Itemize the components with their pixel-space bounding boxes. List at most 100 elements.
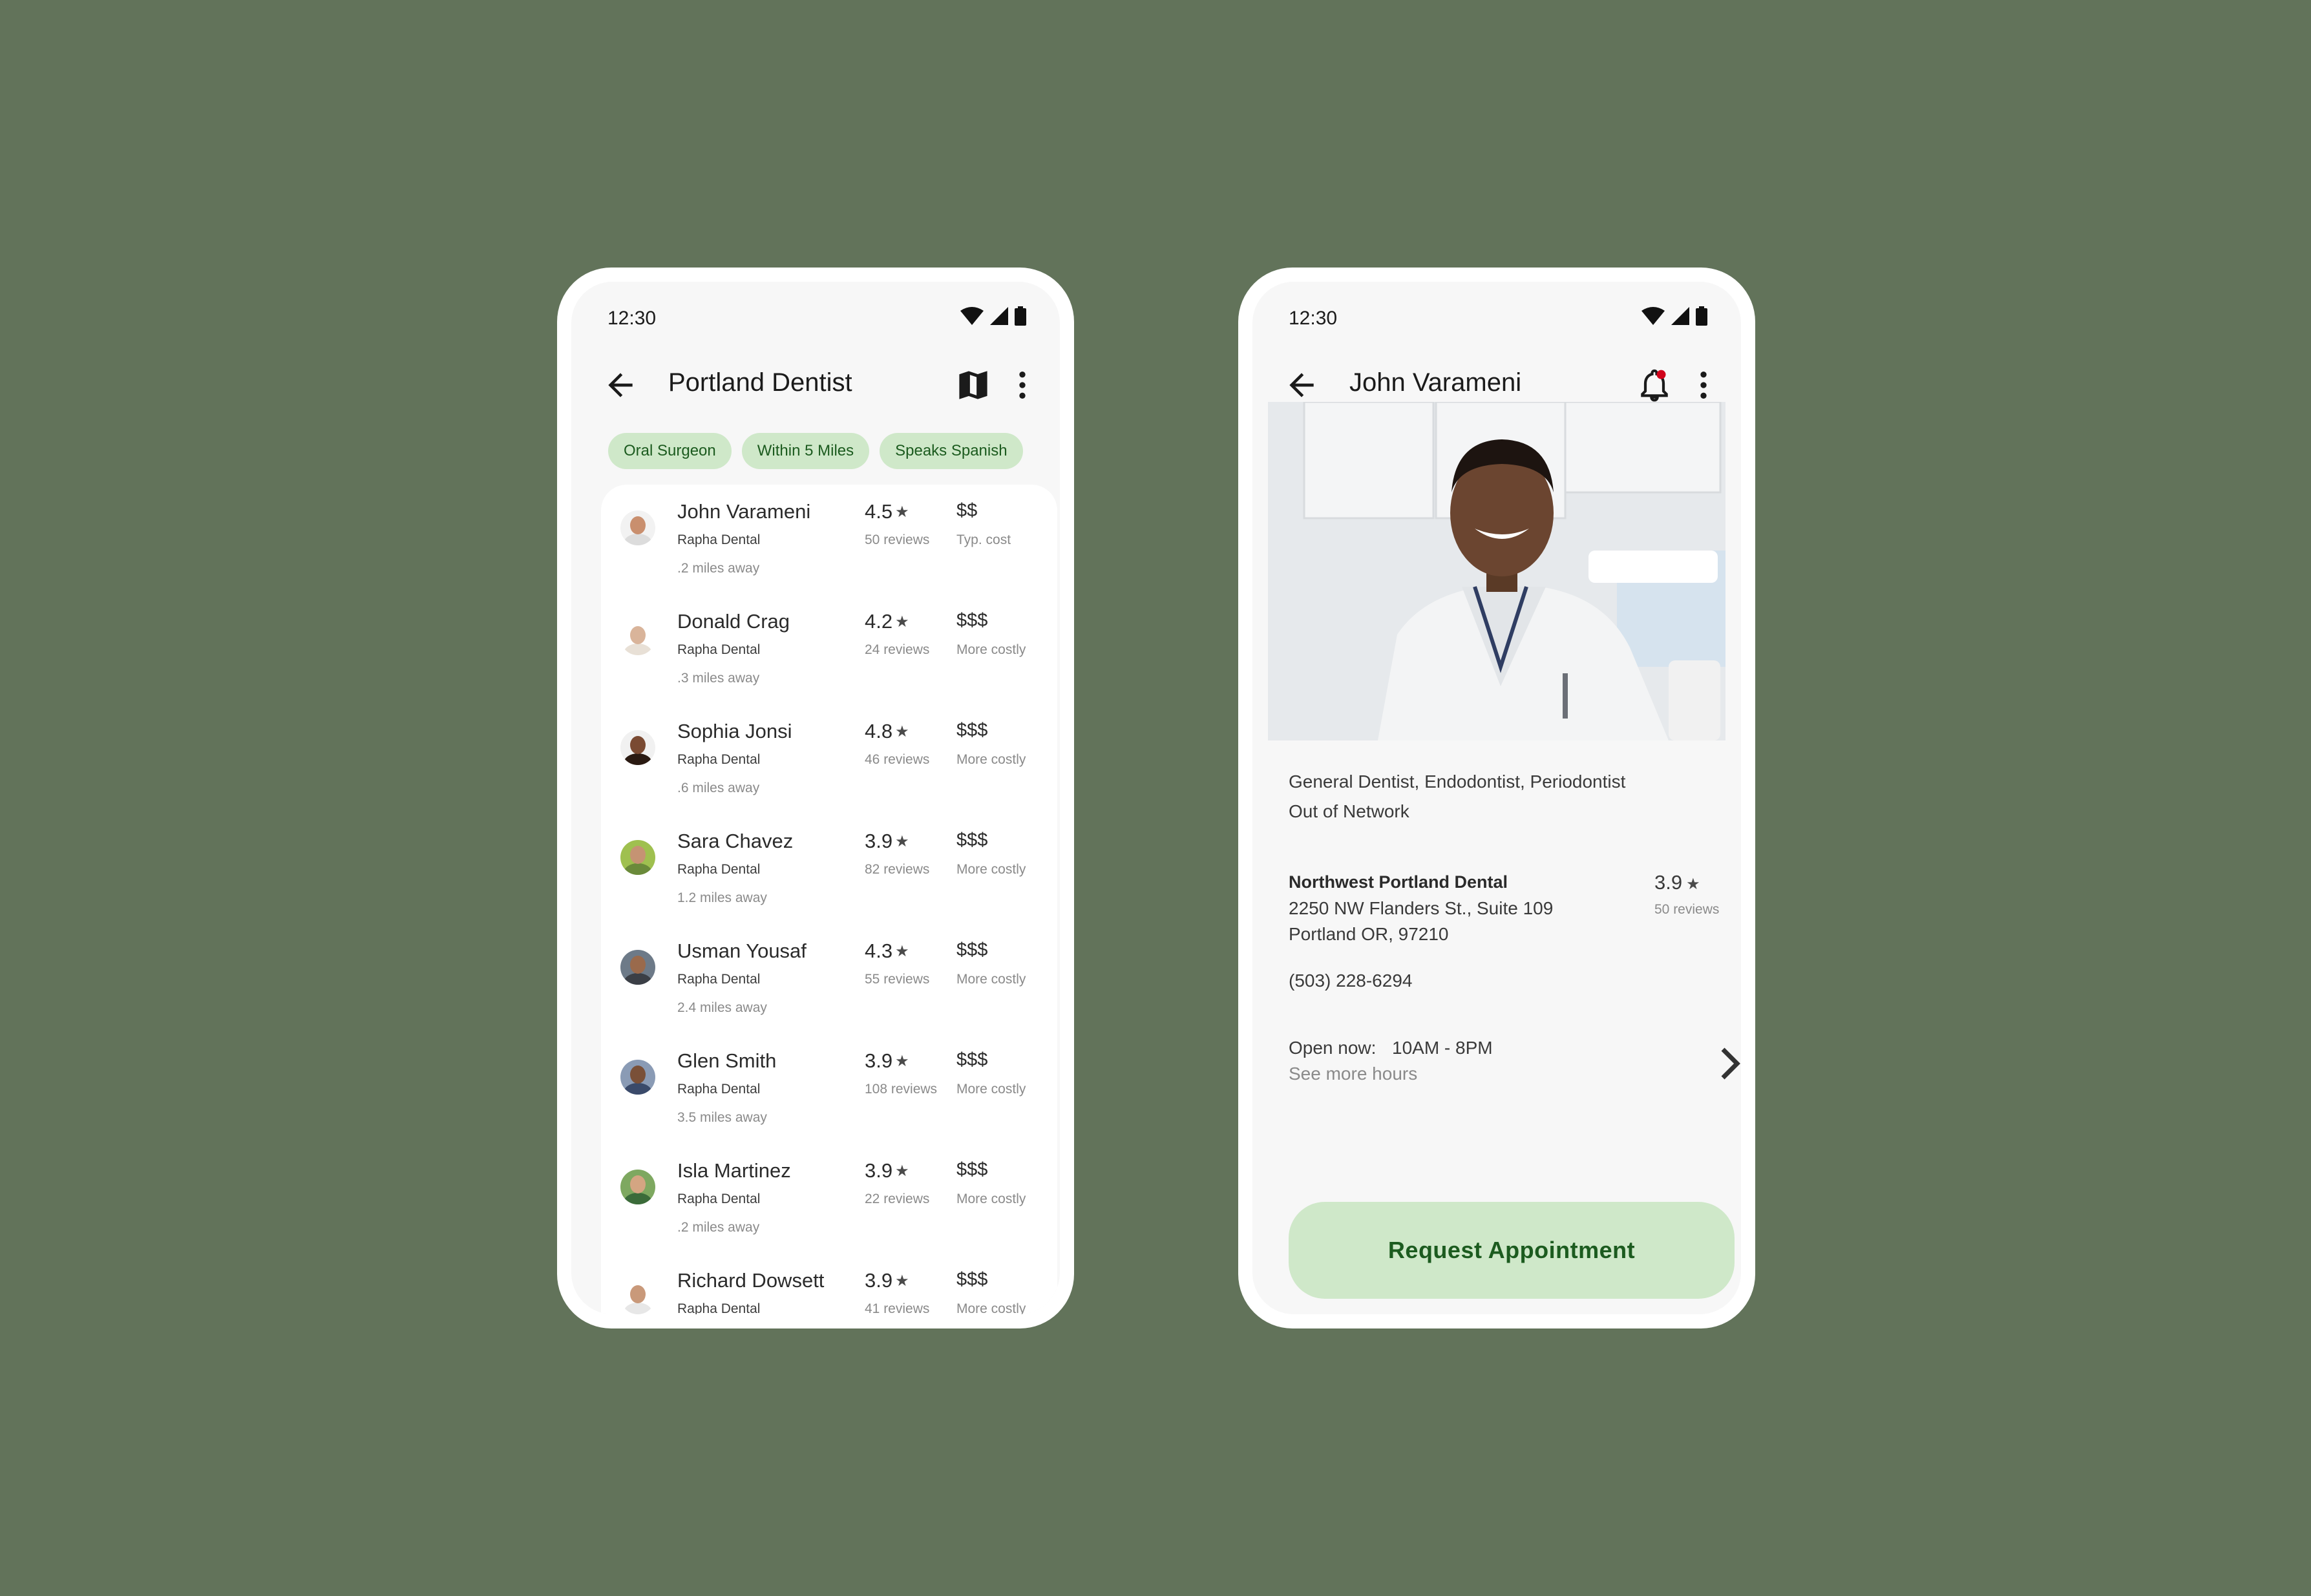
rating: 4.8 ★ xyxy=(865,720,909,743)
cost-level: $$$ xyxy=(956,940,988,960)
list-item[interactable]: Sara Chavez Rapha Dental 1.2 miles away 3.9… xyxy=(601,814,1057,924)
specialties: General Dentist, Endodontist, Periodonti… xyxy=(1289,772,1626,792)
top-app-bar: Portland Dentist xyxy=(571,353,1060,417)
notification-bell-icon[interactable] xyxy=(1636,367,1673,403)
more-vert-icon[interactable] xyxy=(1004,367,1040,403)
clinic-name: Rapha Dental xyxy=(677,862,761,877)
avatar xyxy=(620,1279,655,1314)
rating: 3.9 ★ xyxy=(865,830,909,853)
review-count: 50 reviews xyxy=(865,532,930,547)
avatar xyxy=(620,510,655,545)
rating-value: 4.5 xyxy=(865,500,893,523)
cost-level: $$$ xyxy=(956,720,988,740)
review-count: 55 reviews xyxy=(865,972,930,987)
status-bar: 12:30 xyxy=(1252,282,1741,346)
see-more-hours-link[interactable]: See more hours xyxy=(1289,1064,1417,1084)
distance: .2 miles away xyxy=(677,561,760,576)
list-item[interactable]: John Varameni Rapha Dental .2 miles away 4.… xyxy=(601,485,1057,594)
star-icon: ★ xyxy=(895,1053,909,1070)
list-item[interactable]: Donald Crag Rapha Dental .3 miles away 4.2 ★… xyxy=(601,594,1057,704)
status-time: 12:30 xyxy=(607,308,657,329)
office-address-line2: Portland OR, 97210 xyxy=(1289,924,1449,944)
map-icon[interactable] xyxy=(955,367,991,403)
rating-value: 4.8 xyxy=(865,720,893,742)
rating: 3.9 ★ xyxy=(865,1269,909,1292)
cost-note: More costly xyxy=(956,1192,1026,1206)
dentist-name: Glen Smith xyxy=(677,1049,777,1072)
filter-chips: Oral Surgeon Within 5 Miles Speaks Spani… xyxy=(608,433,1023,469)
chip-speaks-spanish[interactable]: Speaks Spanish xyxy=(880,433,1023,469)
cost-note: More costly xyxy=(956,1301,1026,1314)
rating-value: 3.9 xyxy=(865,1159,893,1182)
phone-frame-detail: 12:30 John Varameni General Dentist, End… xyxy=(1238,268,1755,1328)
hours-label: Open now: xyxy=(1289,1038,1377,1058)
network-status: Out of Network xyxy=(1289,801,1409,821)
dentist-name: Sophia Jonsi xyxy=(677,720,792,742)
review-count: 24 reviews xyxy=(865,642,930,657)
chip-oral-surgeon[interactable]: Oral Surgeon xyxy=(608,433,732,469)
rating-value: 3.9 xyxy=(865,1269,893,1292)
more-vert-icon[interactable] xyxy=(1685,367,1722,403)
arrow-back-icon[interactable] xyxy=(1283,367,1320,403)
cost-level: $$$ xyxy=(956,610,988,631)
status-bar: 12:30 xyxy=(571,282,1060,346)
distance: 3.5 miles away xyxy=(677,1110,767,1125)
cost-level: $$$ xyxy=(956,1049,988,1070)
list-item[interactable]: Usman Yousaf Rapha Dental 2.4 miles away 4.… xyxy=(601,924,1057,1034)
rating-value: 4.3 xyxy=(865,940,893,962)
rating: 4.5 ★ xyxy=(865,500,909,523)
list-item[interactable]: Sophia Jonsi Rapha Dental .6 miles away 4.8… xyxy=(601,704,1057,814)
list-item[interactable]: Glen Smith Rapha Dental 3.5 miles away 3.9 ★… xyxy=(601,1034,1057,1144)
avatar xyxy=(620,620,655,655)
hours-value: 10AM - 8PM xyxy=(1392,1038,1493,1058)
dentist-name: Isla Martinez xyxy=(677,1159,791,1182)
dentist-name: Usman Yousaf xyxy=(677,940,807,962)
cost-level: $$ xyxy=(956,500,978,521)
office-reviews: 50 reviews xyxy=(1654,902,1720,917)
chevron-right-icon[interactable] xyxy=(1718,1045,1741,1082)
star-icon: ★ xyxy=(895,613,909,631)
star-icon: ★ xyxy=(895,503,909,521)
star-icon: ★ xyxy=(895,833,909,850)
rating-value: 3.9 xyxy=(865,830,893,852)
dentist-name: John Varameni xyxy=(677,500,811,523)
dentist-photo xyxy=(1268,402,1725,740)
signal-icon xyxy=(990,307,1008,325)
clinic-name: Rapha Dental xyxy=(677,752,761,767)
clinic-name: Rapha Dental xyxy=(677,1192,761,1206)
star-icon: ★ xyxy=(895,1162,909,1180)
review-count: 46 reviews xyxy=(865,752,930,767)
star-icon: ★ xyxy=(895,1272,909,1290)
dentist-list-screen: 12:30 Portland Dentist Oral Surgeon With… xyxy=(571,282,1060,1314)
list-item[interactable]: Isla Martinez Rapha Dental .2 miles away 3.… xyxy=(601,1144,1057,1254)
star-icon: ★ xyxy=(895,723,909,740)
avatar xyxy=(620,1060,655,1095)
distance: .2 miles away xyxy=(677,1220,760,1235)
signal-icon xyxy=(1671,307,1689,325)
phone-frame-list: 12:30 Portland Dentist Oral Surgeon With… xyxy=(557,268,1074,1328)
clinic-name: Rapha Dental xyxy=(677,1301,761,1314)
office-rating-value: 3.9 xyxy=(1654,871,1683,894)
dentist-detail-screen: 12:30 John Varameni General Dentist, End… xyxy=(1252,282,1741,1314)
cost-note: More costly xyxy=(956,642,1026,657)
battery-icon xyxy=(1015,306,1026,326)
distance: .6 miles away xyxy=(677,781,760,795)
clinic-name: Rapha Dental xyxy=(677,972,761,987)
office-rating: 3.9 ★ xyxy=(1654,871,1700,894)
phone-number[interactable]: (503) 228-6294 xyxy=(1289,971,1412,991)
distance: 1.2 miles away xyxy=(677,890,767,905)
cost-note: More costly xyxy=(956,862,1026,877)
dentist-list: John Varameni Rapha Dental .2 miles away 4.… xyxy=(601,485,1057,1314)
clinic-name: Rapha Dental xyxy=(677,532,761,547)
review-count: 108 reviews xyxy=(865,1082,938,1097)
star-icon: ★ xyxy=(895,943,909,960)
rating: 4.3 ★ xyxy=(865,940,909,963)
cost-note: More costly xyxy=(956,1082,1026,1097)
chip-within-5-miles[interactable]: Within 5 Miles xyxy=(741,433,870,469)
arrow-back-icon[interactable] xyxy=(602,367,638,403)
list-item[interactable]: Richard Dowsett Rapha Dental 3.9 ★ 41 review… xyxy=(601,1254,1057,1314)
distance: .3 miles away xyxy=(677,671,760,686)
status-time: 12:30 xyxy=(1289,308,1338,329)
dentist-name: Richard Dowsett xyxy=(677,1269,825,1292)
request-appointment-button[interactable]: Request Appointment xyxy=(1289,1202,1735,1299)
